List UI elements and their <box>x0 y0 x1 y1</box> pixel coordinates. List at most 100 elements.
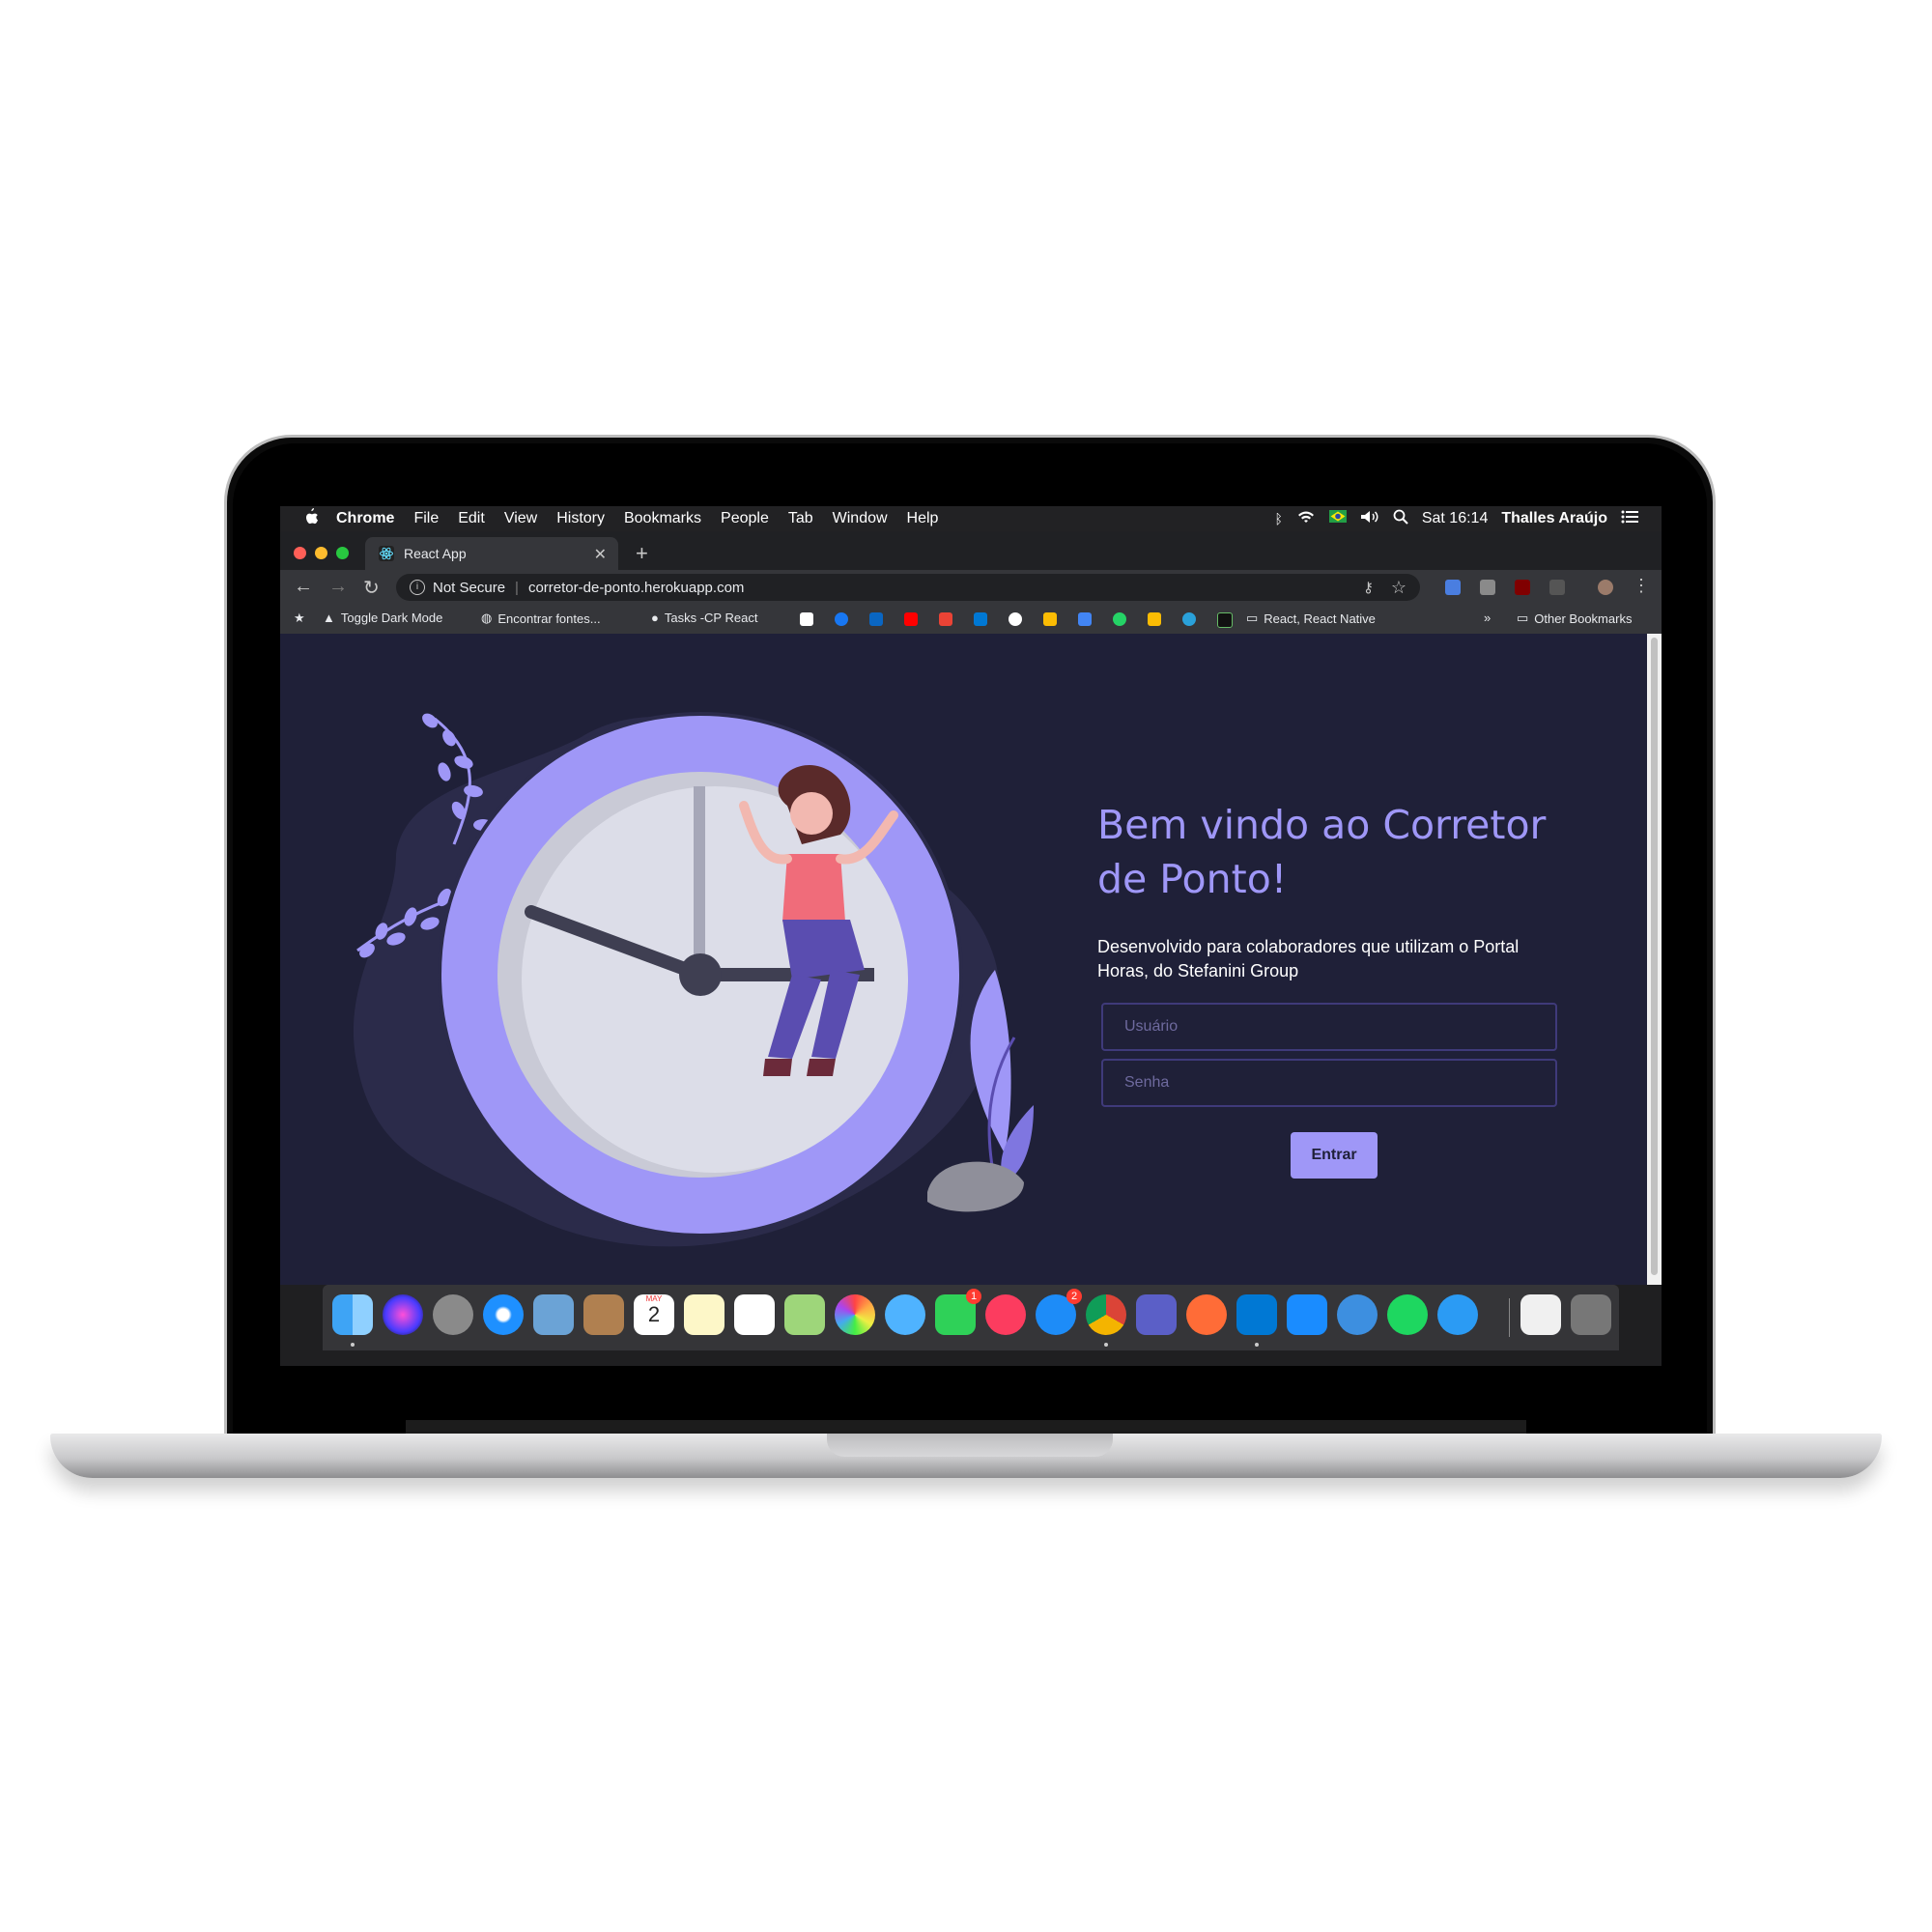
bookmark-label: Tasks -CP React <box>664 611 758 625</box>
running-indicator <box>1255 1343 1259 1347</box>
translate-extension-icon[interactable] <box>1445 580 1461 595</box>
menu-history[interactable]: History <box>556 510 605 527</box>
google-docs-icon[interactable] <box>1078 612 1092 626</box>
whatsapp-icon[interactable] <box>1113 612 1126 626</box>
outlook-icon[interactable] <box>974 612 987 626</box>
siri-icon[interactable] <box>383 1294 423 1335</box>
bookmarks-overflow-button[interactable]: » <box>1484 611 1491 625</box>
teams-icon[interactable] <box>1136 1294 1177 1335</box>
wifi-icon[interactable] <box>1296 510 1316 528</box>
menu-chrome[interactable]: Chrome <box>336 510 394 527</box>
keep-icon[interactable] <box>1148 612 1161 626</box>
youtube-icon[interactable] <box>904 612 918 626</box>
close-tab-icon[interactable]: ✕ <box>594 545 607 564</box>
bookmark-folder-react[interactable]: ▭ React, React Native <box>1246 611 1376 626</box>
forward-icon[interactable]: → <box>328 576 348 598</box>
extension-bookmark-icon[interactable] <box>1217 612 1233 628</box>
facetime-badge: 1 <box>966 1289 981 1304</box>
menubar-user[interactable]: Thalles Araújo <box>1501 510 1607 527</box>
macos-dock: MAY 2 1 2 <box>323 1285 1619 1350</box>
music-file-icon[interactable] <box>1520 1294 1561 1335</box>
menu-help[interactable]: Help <box>907 510 939 527</box>
finder-icon[interactable] <box>332 1294 373 1335</box>
menu-people[interactable]: People <box>721 510 769 527</box>
url-text[interactable]: corretor-de-ponto.herokuapp.com <box>528 580 744 596</box>
profile-avatar[interactable] <box>1598 580 1613 595</box>
camera-extension-icon[interactable] <box>1480 580 1495 595</box>
laptop-hinge <box>406 1420 1526 1434</box>
bookmark-toggle-dark-mode[interactable]: ▲ Toggle Dark Mode <box>323 611 442 625</box>
calendar-icon[interactable]: MAY 2 <box>634 1294 674 1335</box>
bookmarks-star-icon[interactable]: ★ <box>294 611 305 626</box>
tab-react-app[interactable]: React App ✕ <box>365 537 618 570</box>
menu-tab[interactable]: Tab <box>788 510 813 527</box>
close-window-button[interactable] <box>294 547 306 559</box>
chrome-icon[interactable] <box>1086 1294 1126 1335</box>
apple-icon[interactable] <box>303 507 319 530</box>
launchpad-icon[interactable] <box>433 1294 473 1335</box>
new-tab-icon[interactable]: + <box>636 541 648 566</box>
spotify-icon[interactable] <box>1387 1294 1428 1335</box>
keyboard-flag-icon[interactable] <box>1328 510 1347 527</box>
ublock-extension-icon[interactable] <box>1515 580 1530 595</box>
facebook-icon[interactable] <box>835 612 848 626</box>
username-input[interactable] <box>1101 1003 1557 1051</box>
bookmark-other-bookmarks[interactable]: ▭ Other Bookmarks <box>1517 611 1632 626</box>
minimize-window-button[interactable] <box>315 547 327 559</box>
xcode-icon[interactable] <box>1287 1294 1327 1335</box>
key-icon[interactable]: ⚷ <box>1363 579 1374 596</box>
bookmark-label: Toggle Dark Mode <box>340 611 443 625</box>
back-icon[interactable]: ← <box>294 576 313 598</box>
zoom-window-button[interactable] <box>336 547 349 559</box>
menu-window[interactable]: Window <box>833 510 888 527</box>
address-bar[interactable]: i Not Secure | corretor-de-ponto.herokua… <box>396 574 1420 601</box>
safari-icon[interactable] <box>483 1294 524 1335</box>
notification-center-icon[interactable] <box>1621 510 1638 528</box>
chrome-menu-icon[interactable]: ⋮ <box>1633 576 1650 596</box>
running-indicator <box>1104 1343 1108 1347</box>
login-button[interactable]: Entrar <box>1291 1132 1378 1179</box>
macos-menu-bar: Chrome File Edit View History Bookmarks … <box>280 506 1662 531</box>
spotlight-search-icon[interactable] <box>1393 509 1408 529</box>
messages-icon[interactable] <box>885 1294 925 1335</box>
bookmark-tasks[interactable]: ● Tasks -CP React <box>651 611 757 625</box>
vscode-icon[interactable] <box>1236 1294 1277 1335</box>
menu-file[interactable]: File <box>413 510 439 527</box>
dock-separator <box>1509 1298 1510 1337</box>
preview-icon[interactable] <box>533 1294 574 1335</box>
bluetooth-icon[interactable]: ᛒ <box>1274 511 1282 526</box>
notion-icon[interactable] <box>800 612 813 626</box>
contacts-icon[interactable] <box>583 1294 624 1335</box>
password-input[interactable] <box>1101 1059 1557 1107</box>
linkedin-icon[interactable] <box>869 612 883 626</box>
telegram-icon[interactable] <box>1182 612 1196 626</box>
maps-icon[interactable] <box>784 1294 825 1335</box>
bookmark-star-icon[interactable]: ☆ <box>1391 578 1406 598</box>
bookmark-encontrar-fontes[interactable]: ◍ Encontrar fontes... <box>481 611 601 626</box>
music-icon[interactable] <box>985 1294 1026 1335</box>
reminders-icon[interactable] <box>734 1294 775 1335</box>
testflight-icon[interactable] <box>1437 1294 1478 1335</box>
photos-icon[interactable] <box>835 1294 875 1335</box>
reload-icon[interactable]: ↻ <box>363 576 380 600</box>
menu-edit[interactable]: Edit <box>458 510 485 527</box>
extension-icon[interactable] <box>1549 580 1565 595</box>
scrollbar-thumb[interactable] <box>1651 638 1658 1275</box>
fork-icon[interactable] <box>1337 1294 1378 1335</box>
folder-icon: ▭ <box>1517 611 1529 625</box>
github-icon[interactable] <box>1009 612 1022 626</box>
menu-view[interactable]: View <box>504 510 537 527</box>
gmail-icon[interactable] <box>939 612 952 626</box>
menu-bookmarks[interactable]: Bookmarks <box>624 510 701 527</box>
menubar-clock[interactable]: Sat 16:14 <box>1422 510 1489 527</box>
browser-tab-bar: React App ✕ + <box>280 531 1662 570</box>
laptop-notch <box>827 1434 1113 1457</box>
postman-icon[interactable] <box>1186 1294 1227 1335</box>
trash-icon[interactable] <box>1571 1294 1611 1335</box>
info-icon[interactable]: i <box>410 580 425 595</box>
volume-icon[interactable] <box>1360 510 1379 528</box>
web-page: Bem vindo ao Corretor de Ponto! Desenvol… <box>280 634 1647 1285</box>
security-status[interactable]: Not Secure <box>433 580 505 596</box>
notes-icon[interactable] <box>684 1294 724 1335</box>
google-drive-icon[interactable] <box>1043 612 1057 626</box>
